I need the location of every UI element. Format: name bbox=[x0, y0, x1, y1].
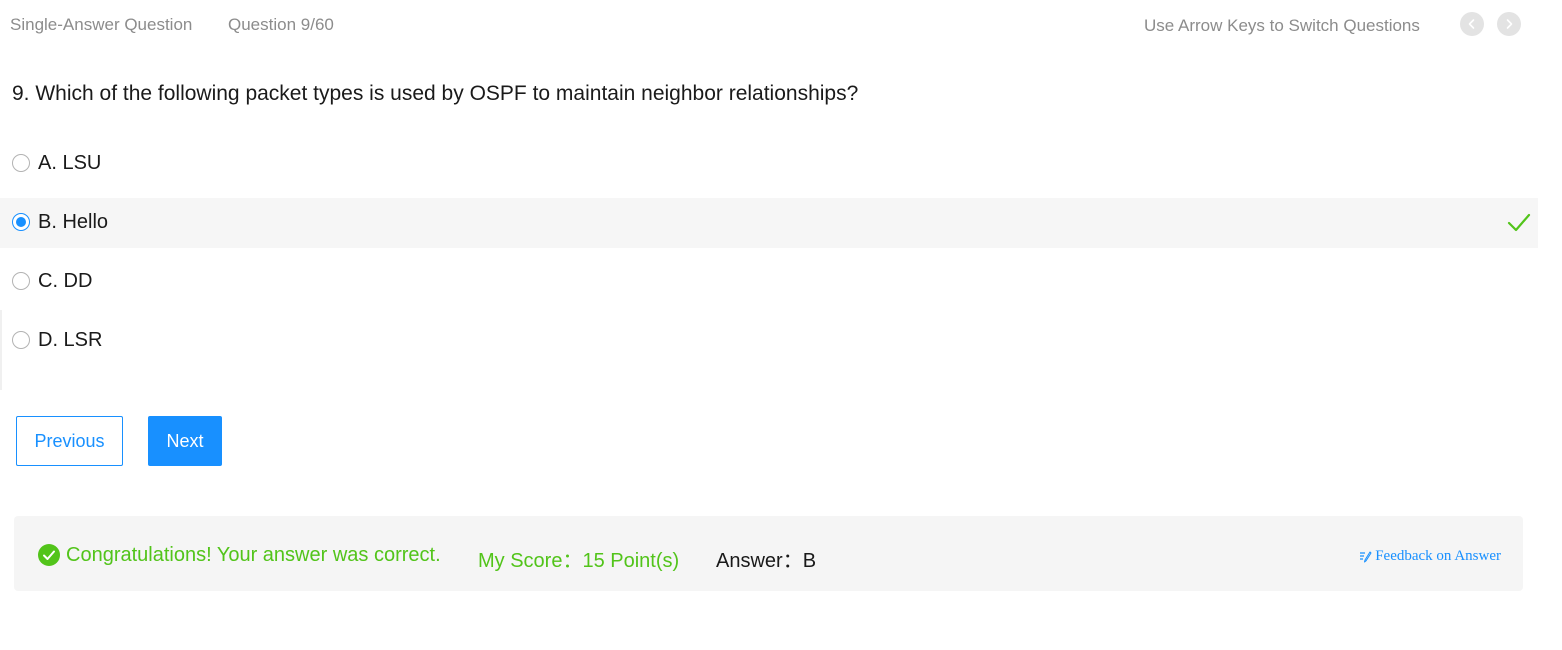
result-message: Congratulations! Your answer was correct… bbox=[66, 544, 441, 566]
score-display: My Score：15 Point(s) bbox=[478, 544, 679, 573]
next-question-button[interactable] bbox=[1497, 12, 1521, 36]
feedback-link[interactable]: Feedback on Answer bbox=[1359, 548, 1501, 565]
checkmark-icon bbox=[1507, 213, 1531, 232]
option-c-label: C. DD bbox=[38, 270, 93, 292]
option-a-label: A. LSU bbox=[38, 152, 102, 174]
answer-label: Answer： bbox=[716, 550, 803, 572]
option-c[interactable]: C. DD bbox=[0, 257, 1538, 307]
question-text: 9. Which of the following packet types i… bbox=[12, 82, 859, 105]
previous-question-button[interactable] bbox=[1460, 12, 1484, 36]
next-button[interactable]: Next bbox=[148, 416, 222, 466]
quiz-page: Single-Answer Question Question 9/60 Use… bbox=[0, 0, 1562, 650]
question-type-label: Single-Answer Question bbox=[10, 15, 193, 34]
option-b-label: B. Hello bbox=[38, 211, 109, 233]
option-b-radio[interactable] bbox=[12, 213, 30, 231]
option-a-radio[interactable] bbox=[12, 154, 30, 172]
answer-value: B bbox=[802, 550, 817, 572]
left-edge-divider bbox=[0, 310, 2, 390]
option-c-radio[interactable] bbox=[12, 272, 30, 290]
check-circle-icon bbox=[38, 544, 60, 566]
question-progress: Question 9/60 bbox=[228, 15, 334, 34]
option-d-label: D. LSR bbox=[38, 329, 103, 351]
feedback-label: Feedback on Answer bbox=[1375, 548, 1501, 564]
option-d[interactable]: D. LSR bbox=[0, 316, 1538, 366]
chevron-right-icon bbox=[1506, 19, 1513, 29]
edit-note-icon bbox=[1360, 551, 1372, 563]
previous-button[interactable]: Previous bbox=[16, 416, 123, 466]
option-b[interactable]: B. Hello bbox=[0, 198, 1538, 248]
score-value: 15 Point(s) bbox=[582, 550, 680, 572]
answer-display: Answer：B bbox=[716, 544, 816, 573]
score-label: My Score： bbox=[478, 550, 583, 572]
chevron-left-icon bbox=[1468, 19, 1475, 29]
quiz-header: Single-Answer Question Question 9/60 Use… bbox=[0, 0, 1540, 50]
result-panel: Congratulations! Your answer was correct… bbox=[14, 516, 1523, 591]
option-a[interactable]: A. LSU bbox=[0, 139, 1538, 189]
keyboard-hint: Use Arrow Keys to Switch Questions bbox=[1144, 16, 1420, 35]
option-d-radio[interactable] bbox=[12, 331, 30, 349]
